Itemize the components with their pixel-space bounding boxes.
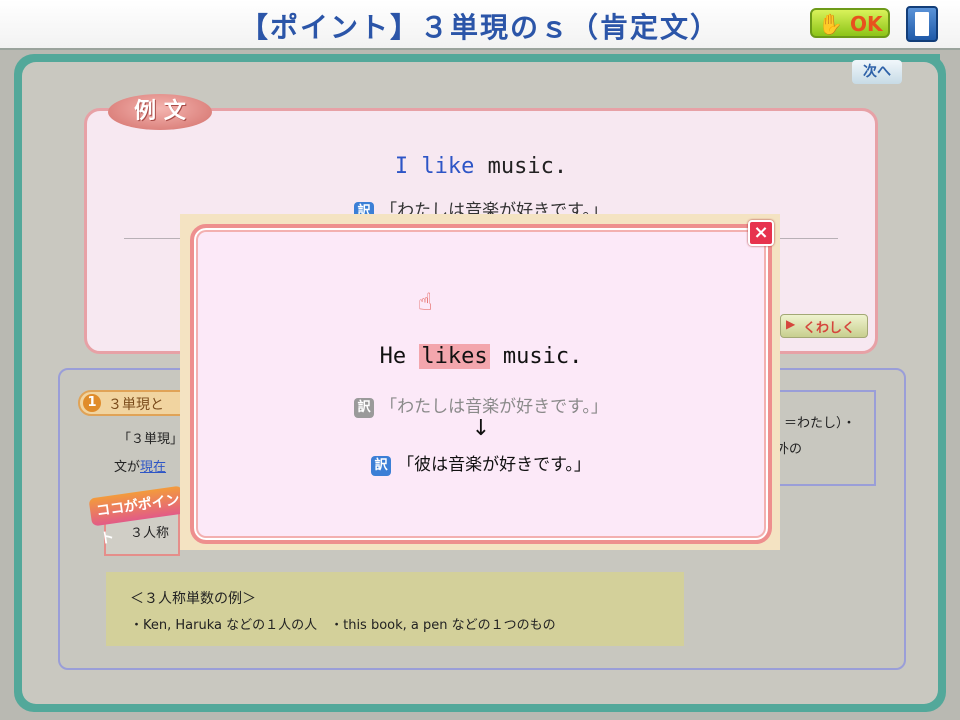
hand-icon: ✋ — [818, 12, 843, 36]
new-translation: 「彼は音楽が好きです。」 — [397, 455, 591, 475]
explanation-line-2: 文が現在 — [114, 456, 166, 475]
examples-title: ＜３人称単数の例＞ — [130, 591, 256, 607]
modal-object: music. — [502, 344, 583, 369]
ok-label: OK — [850, 12, 883, 36]
next-button[interactable]: 次へ — [852, 60, 902, 84]
examples-box — [106, 572, 684, 646]
highlighted-verb: likes — [419, 344, 490, 369]
explanation-line-1: 「３単現」 — [118, 432, 184, 447]
translation-badge: 訳 — [354, 397, 375, 418]
detail-button[interactable]: ▶ くわしく — [780, 314, 868, 338]
close-button[interactable]: × — [748, 220, 774, 246]
old-translation: 「わたしは音楽が好きです。」 — [380, 397, 608, 417]
new-translation-line: 訳「彼は音楽が好きです。」 — [190, 450, 772, 476]
examples-items: ・Ken, Haruka などの１人の人 ・this book, a pen な… — [130, 618, 556, 633]
modal-sentence: He likes music. — [190, 344, 772, 369]
translation-badge: 訳 — [371, 455, 392, 476]
info-box-line-1: ＝わたし）・ — [784, 416, 856, 431]
pointing-hand-icon: ☝ — [418, 288, 433, 316]
modal-dialog — [190, 224, 772, 544]
exit-button[interactable] — [906, 6, 938, 42]
section-title: ３単現と — [108, 397, 164, 413]
example-subject-verb: I like — [394, 154, 475, 179]
point-text: ３人称 — [130, 526, 170, 541]
explanation-line-2-prefix: 文が — [114, 460, 141, 475]
section-number: 1 — [83, 394, 101, 412]
detail-label: くわしく — [803, 321, 856, 336]
ok-button[interactable]: ✋ OK — [810, 8, 890, 38]
example-sentence: I like music. — [84, 154, 878, 179]
example-object: music. — [487, 154, 568, 179]
old-translation-line: 訳「わたしは音楽が好きです。」 — [190, 392, 772, 418]
keyword-link[interactable]: 現在 — [140, 460, 166, 475]
example-label: 例 文 — [108, 94, 212, 130]
down-arrow-icon: ↓ — [471, 416, 491, 441]
play-arrow-icon: ▶ — [786, 317, 796, 331]
modal-subject: He — [379, 344, 407, 369]
door-exit-icon — [915, 12, 929, 36]
